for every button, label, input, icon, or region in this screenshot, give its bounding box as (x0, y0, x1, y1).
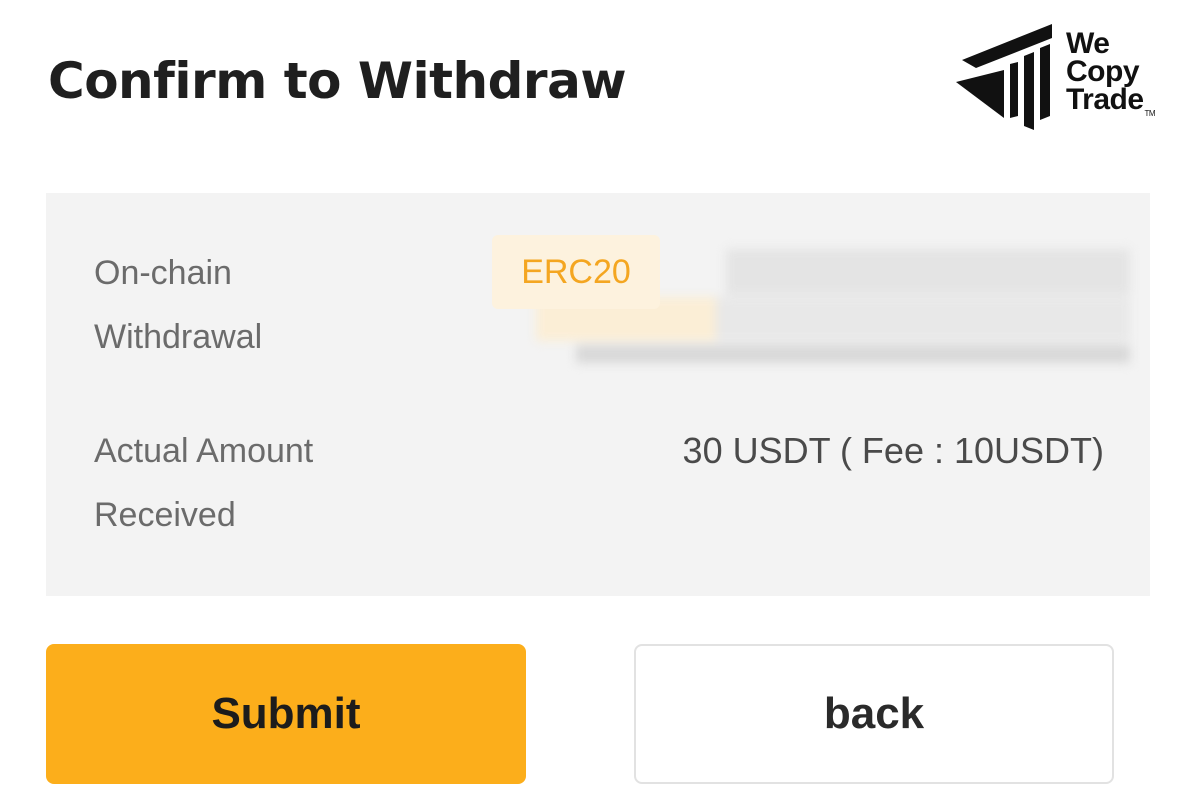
wecopytrade-logo-icon (956, 24, 1052, 130)
brand-wordmark: We Copy TradeTM (1066, 27, 1156, 119)
actual-amount-value: 30 USDT ( Fee : 10USDT) (682, 430, 1104, 471)
chain-withdrawal-label: On-chain Withdrawal (94, 241, 262, 369)
back-button[interactable]: back (634, 644, 1114, 784)
page-title: Confirm to Withdraw (48, 52, 627, 110)
trademark-mark: TM (1144, 109, 1156, 118)
brand-line-2: Copy (1066, 55, 1140, 88)
withdraw-details-panel: On-chain Withdrawal ERC20 Actual Amount … (46, 193, 1150, 596)
brand-line-1: We (1066, 27, 1110, 60)
network-badge: ERC20 (492, 235, 660, 309)
brand-logo: We Copy TradeTM (952, 20, 1182, 135)
submit-button[interactable]: Submit (46, 644, 526, 784)
actual-amount-label: Actual Amount Received (94, 419, 313, 547)
chain-label-line-2: Withdrawal (94, 318, 263, 356)
chain-label-line-1: On-chain (94, 254, 232, 292)
brand-line-3: Trade (1066, 83, 1144, 116)
amount-label-line-1: Actual Amount (94, 432, 314, 470)
amount-label-line-2: Received (94, 496, 236, 534)
